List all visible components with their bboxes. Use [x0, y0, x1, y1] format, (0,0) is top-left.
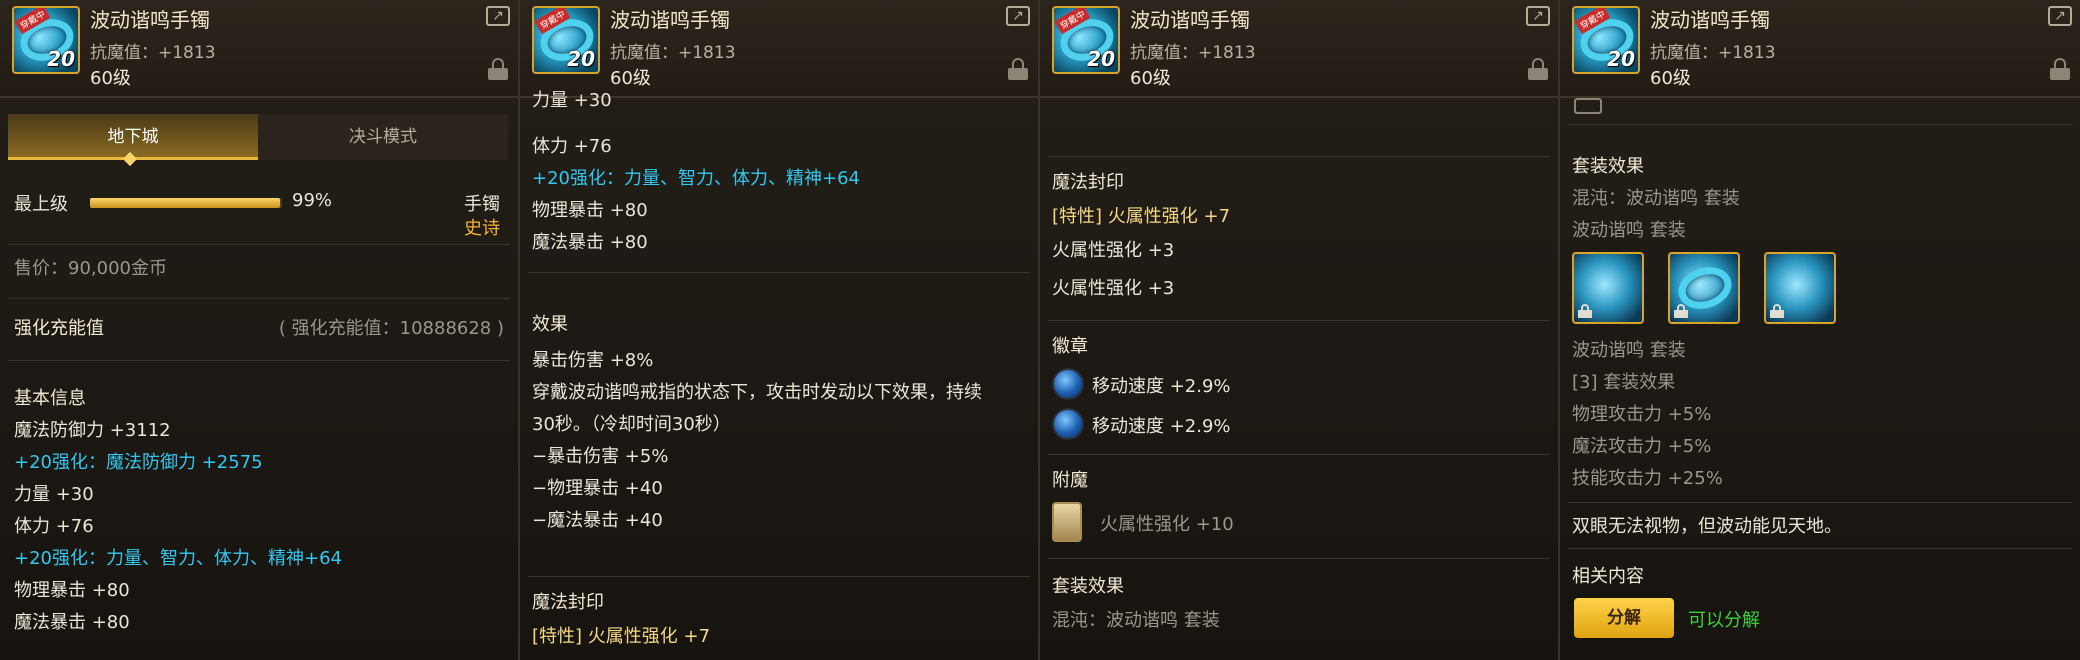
- bonus-line: 魔法攻击力 +5%: [1572, 436, 1712, 457]
- item-level: 60级: [1130, 68, 1171, 89]
- item-resist-stat: 抗魔值：+1813: [1650, 43, 1776, 63]
- tooltip-header: 穿戴中 20 波动谐鸣手镯 抗魔值：+1813 60级 ↗: [1560, 0, 2080, 98]
- item-rarity: 史诗: [464, 218, 500, 239]
- tooltip-header: 穿戴中 20 波动谐鸣手镯 抗魔值：+1813 60级 ↗: [1040, 0, 1558, 98]
- seal-line: [特性] 火属性强化 +7: [532, 626, 711, 647]
- bracelet-item-icon: 穿戴中 20: [12, 6, 80, 74]
- effect-line: 穿戴波动谐鸣戒指的状态下，攻击时发动以下效果，持续: [532, 382, 982, 403]
- emblem-title: 徽章: [1052, 336, 1088, 357]
- set-title: 套装效果: [1572, 156, 1644, 177]
- item-level: 60级: [610, 68, 651, 89]
- set-item-icon-necklace[interactable]: [1764, 252, 1836, 324]
- item-tooltip-panel-4: 穿戴中 20 波动谐鸣手镯 抗魔值：+1813 60级 ↗ 套装效果 混沌：波动…: [1560, 0, 2080, 660]
- stat-line: 魔法暴击 +80: [532, 232, 648, 253]
- effect-title: 效果: [532, 314, 568, 335]
- emblem-icon: [1052, 408, 1084, 440]
- grade-percent: 99%: [292, 190, 333, 211]
- share-icon[interactable]: ↗: [1526, 6, 1550, 26]
- seal-line: [特性] 火属性强化 +7: [1052, 206, 1231, 227]
- emblem-line: 移动速度 +2.9%: [1092, 416, 1231, 437]
- item-slot: 手镯: [464, 194, 500, 215]
- item-resist-stat: 抗魔值：+1813: [1130, 43, 1256, 63]
- set-title: 套装效果: [1052, 576, 1124, 597]
- effect-line: −暴击伤害 +5%: [532, 446, 669, 467]
- item-resist-stat: 抗魔值：+1813: [90, 43, 216, 63]
- set-name: 波动谐鸣 套装: [1572, 340, 1686, 361]
- item-level: 60级: [90, 68, 131, 89]
- lock-icon[interactable]: [2050, 58, 2070, 80]
- bonus-line: 物理攻击力 +5%: [1572, 404, 1712, 425]
- enhance-level-number: 20: [1607, 47, 1635, 71]
- amp-label: 强化充能值: [14, 318, 104, 339]
- bracelet-item-icon: 穿戴中 20: [1052, 6, 1120, 74]
- emblem-line: 移动速度 +2.9%: [1092, 376, 1231, 397]
- stat-line: +20强化：力量、智力、体力、精神+64: [14, 548, 342, 569]
- item-resist-stat: 抗魔值：+1813: [610, 43, 736, 63]
- share-icon[interactable]: ↗: [486, 6, 510, 26]
- item-name: 波动谐鸣手镯: [90, 8, 210, 32]
- set-line: 混沌：波动谐鸣 套装: [1572, 188, 1740, 209]
- flavor-text: 双眼无法视物，但波动能见天地。: [1572, 516, 1842, 537]
- item-name: 波动谐鸣手镯: [610, 8, 730, 32]
- effect-line: 30秒。（冷却时间30秒）: [532, 414, 731, 435]
- enhance-level-number: 20: [567, 47, 595, 71]
- stat-line: 体力 +76: [532, 136, 612, 157]
- share-icon[interactable]: ↗: [1006, 6, 1030, 26]
- stat-line: +20强化：力量、智力、体力、精神+64: [532, 168, 860, 189]
- grade-label: 最上级: [14, 194, 68, 215]
- tooltip-header: 穿戴中 20 波动谐鸣手镯 抗魔值：+1813 60级 ↗: [0, 0, 518, 98]
- tooltip-header: 穿戴中 20 波动谐鸣手镯 抗魔值：+1813 60级 ↗: [520, 0, 1038, 98]
- bracelet-item-icon: 穿戴中 20: [1572, 6, 1640, 74]
- stat-line: 物理暴击 +80: [532, 200, 648, 221]
- amp-value: ( 强化充能值：10888628 ): [278, 318, 504, 339]
- enchant-line: 火属性强化 +10: [1100, 514, 1234, 535]
- stat-line: +20强化：魔法防御力 +2575: [14, 452, 263, 473]
- item-tooltip-panel-2: 穿戴中 20 波动谐鸣手镯 抗魔值：+1813 60级 ↗ 力量 +30 体力 …: [520, 0, 1040, 660]
- stat-line: 体力 +76: [14, 516, 94, 537]
- item-level: 60级: [1650, 68, 1691, 89]
- lock-icon[interactable]: [488, 58, 508, 80]
- stat-line: 物理暴击 +80: [14, 580, 130, 601]
- stat-line: 力量 +30: [532, 90, 612, 111]
- bonus-line: 技能攻击力 +25%: [1572, 468, 1723, 489]
- effect-line: −魔法暴击 +40: [532, 510, 663, 531]
- seal-title: 魔法封印: [1052, 172, 1124, 193]
- seal-line: 火属性强化 +3: [1052, 240, 1175, 261]
- stat-line: 魔法防御力 +3112: [14, 420, 171, 441]
- set-item-icon-ring[interactable]: [1572, 252, 1644, 324]
- enhance-level-number: 20: [47, 47, 75, 71]
- set-item-icon-bracelet[interactable]: [1668, 252, 1740, 324]
- seal-line: 火属性强化 +3: [1052, 278, 1175, 299]
- sell-price: 售价：90,000金币: [14, 258, 167, 279]
- decompose-status: 可以分解: [1688, 610, 1760, 631]
- basic-info-title: 基本信息: [14, 388, 86, 409]
- set-bonus-title: [3] 套装效果: [1572, 372, 1676, 393]
- grade-progress-bar: [90, 198, 282, 208]
- item-name: 波动谐鸣手镯: [1650, 8, 1770, 32]
- card-slot-icon: [1574, 98, 1602, 114]
- effect-line: −物理暴击 +40: [532, 478, 663, 499]
- lock-icon[interactable]: [1528, 58, 1548, 80]
- enhance-level-number: 20: [1087, 47, 1115, 71]
- bracelet-item-icon: 穿戴中 20: [532, 6, 600, 74]
- tab-dungeon[interactable]: 地下城: [8, 114, 258, 160]
- stat-line: 力量 +30: [14, 484, 94, 505]
- enchant-card-icon: [1052, 502, 1082, 542]
- set-line: 混沌：波动谐鸣 套装: [1052, 610, 1220, 631]
- effect-line: 暴击伤害 +8%: [532, 350, 654, 371]
- seal-title: 魔法封印: [532, 592, 604, 613]
- item-tooltip-panel-3: 穿戴中 20 波动谐鸣手镯 抗魔值：+1813 60级 ↗ 魔法封印 [特性] …: [1040, 0, 1560, 660]
- lock-icon[interactable]: [1008, 58, 1028, 80]
- decompose-button[interactable]: 分解: [1574, 598, 1674, 638]
- emblem-icon: [1052, 368, 1084, 400]
- item-name: 波动谐鸣手镯: [1130, 8, 1250, 32]
- stat-line: 魔法暴击 +80: [14, 612, 130, 633]
- enchant-title: 附魔: [1052, 470, 1088, 491]
- related-title: 相关内容: [1572, 566, 1644, 587]
- item-tooltip-panel-1: 穿戴中 20 波动谐鸣手镯 抗魔值：+1813 60级 ↗ 地下城 决斗模式 最…: [0, 0, 520, 660]
- set-line: 波动谐鸣 套装: [1572, 220, 1686, 241]
- tab-pvp[interactable]: 决斗模式: [258, 114, 508, 160]
- share-icon[interactable]: ↗: [2048, 6, 2072, 26]
